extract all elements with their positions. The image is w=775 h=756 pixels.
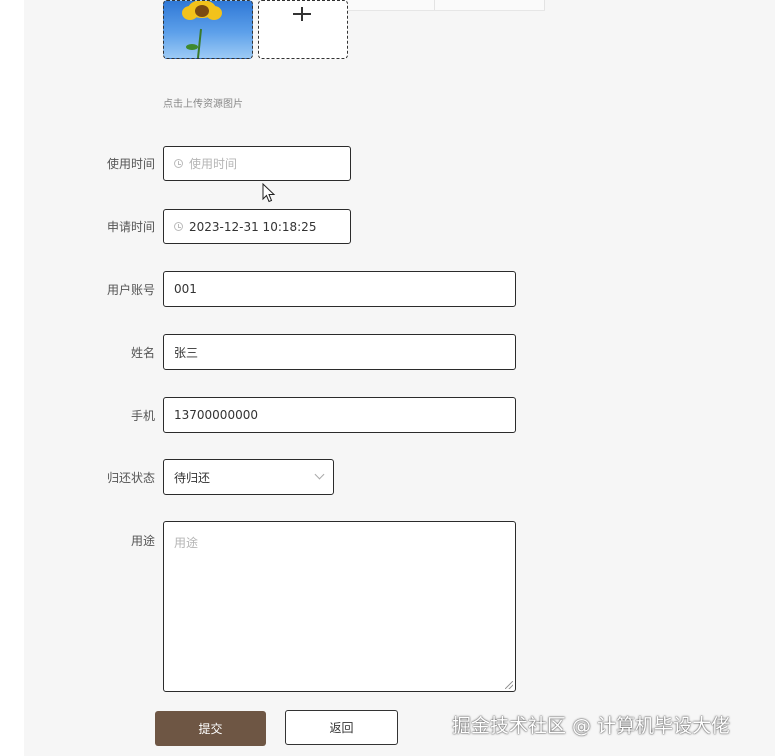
phone-value: 13700000000 [174, 408, 258, 422]
tab-divider [434, 0, 435, 10]
apply-time-label: 申请时间 [106, 220, 155, 234]
clock-icon [174, 222, 183, 231]
purpose-placeholder: 用途 [174, 536, 199, 550]
uploaded-image-thumbnail[interactable] [163, 0, 253, 59]
return-status-select[interactable]: 待归还 [163, 459, 334, 495]
return-status-label: 归还状态 [106, 471, 155, 485]
mouse-cursor-icon [262, 183, 276, 203]
apply-time-value: 2023-12-31 10:18:25 [189, 219, 317, 234]
account-value: 001 [174, 282, 197, 296]
tab-divider [544, 0, 545, 10]
back-button[interactable]: 返回 [285, 710, 398, 745]
resize-handle-icon[interactable] [505, 681, 513, 689]
submit-button[interactable]: 提交 [155, 711, 266, 746]
use-time-picker[interactable]: 使用时间 [163, 146, 351, 181]
clock-icon [174, 159, 183, 168]
purpose-textarea[interactable]: 用途 [163, 521, 516, 692]
plus-icon-vertical [301, 7, 303, 21]
watermark: 掘金技术社区 @ 计算机毕设大佬 [452, 715, 731, 737]
upload-hint: 点击上传资源图片 [163, 99, 243, 110]
phone-input[interactable]: 13700000000 [163, 397, 516, 433]
name-value: 张三 [174, 345, 199, 360]
account-input[interactable]: 001 [163, 271, 516, 307]
account-label: 用户账号 [106, 283, 155, 297]
add-image-button[interactable] [258, 0, 348, 59]
top-tab-strip [330, 0, 545, 11]
chevron-down-icon [314, 469, 325, 480]
sunflower-image [182, 1, 222, 58]
name-input[interactable]: 张三 [163, 334, 516, 370]
return-status-value: 待归还 [174, 470, 211, 485]
phone-label: 手机 [130, 409, 155, 423]
name-label: 姓名 [130, 346, 155, 360]
purpose-label: 用途 [130, 534, 155, 548]
apply-time-picker[interactable]: 2023-12-31 10:18:25 [163, 209, 351, 244]
use-time-label: 使用时间 [106, 157, 155, 171]
use-time-placeholder: 使用时间 [189, 157, 238, 171]
